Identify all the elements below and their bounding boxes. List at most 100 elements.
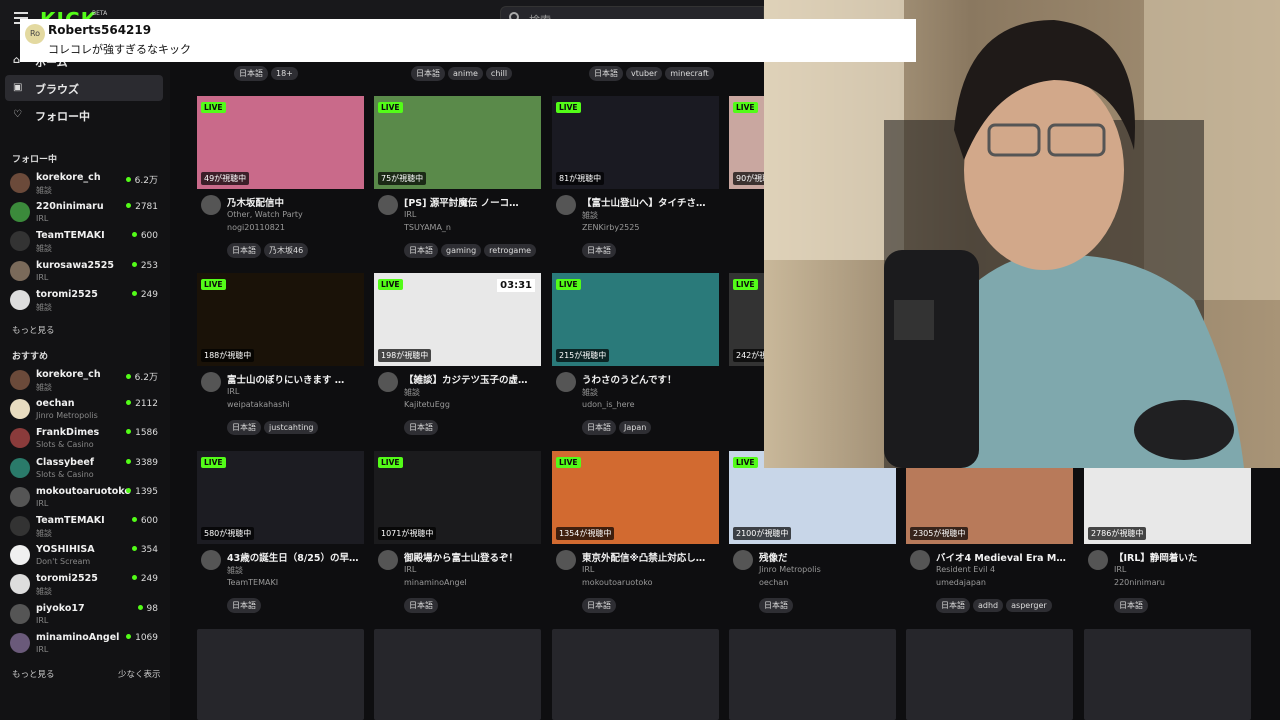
stream-card[interactable]: LIVE 75が視聴中 [PS] 源平討魔伝 ノーコ… IRL TSUYAMA_n 日本語…: [374, 96, 541, 266]
streamer-name[interactable]: mokoutoaruotoko: [582, 578, 652, 587]
tag-chip[interactable]: asperger: [1006, 599, 1052, 612]
stream-title[interactable]: 【富士山登山へ】タイチさ…: [582, 195, 718, 209]
channel-row[interactable]: minaminoAngel IRL 1069: [10, 630, 160, 656]
stream-thumbnail[interactable]: LIVE 1354が視聴中: [552, 451, 719, 544]
channel-row[interactable]: Classybeef Slots & Casino 3389: [10, 455, 160, 481]
tag-chip[interactable]: 日本語: [227, 243, 261, 258]
stream-category[interactable]: 雑談: [582, 387, 598, 398]
tag-chip[interactable]: 日本語: [227, 598, 261, 613]
streamer-name[interactable]: umedajapan: [936, 578, 986, 587]
stream-card[interactable]: LIVE 81が視聴中【富士山登山へ】タイチさ… 雑談 ZENKirby2525 日本語: [552, 96, 719, 266]
tag-chip[interactable]: 日本語: [234, 66, 268, 81]
stream-title[interactable]: 富士山のぼりにいきます …: [227, 372, 363, 386]
recommended-show-less[interactable]: 少なく表示: [118, 668, 161, 680]
stream-category[interactable]: Other, Watch Party: [227, 210, 303, 219]
stream-thumbnail[interactable]: 03:31 LIVE 198が視聴中: [374, 273, 541, 366]
tag-chip[interactable]: chill: [485, 67, 513, 80]
stream-card[interactable]: LIVE2305が視聴中バイオ4 Medieval Era MO…Residen…: [906, 451, 1073, 621]
stream-title[interactable]: [PS] 源平討魔伝 ノーコ…: [404, 195, 540, 209]
tag-chip[interactable]: 18+: [271, 67, 298, 80]
tag-chip[interactable]: 日本語: [589, 66, 623, 81]
streamer-name[interactable]: nogi20110821: [227, 223, 285, 232]
stream-card[interactable]: LIVE 188が視聴中富士山のぼりにいきます … IRL weipatakahash…: [197, 273, 364, 443]
following-show-more[interactable]: もっと見る: [12, 324, 55, 336]
channel-row[interactable]: 220ninimaru IRL 2781: [10, 199, 160, 225]
tag-chip[interactable]: 日本語: [759, 598, 793, 613]
stream-card[interactable]: 03:31 LIVE 198が視聴中 【雑談】カジテツ玉子の虚… 雑談 KajitetuE…: [374, 273, 541, 443]
tag-chip[interactable]: retrogame: [484, 244, 537, 257]
avatar[interactable]: [556, 550, 576, 570]
channel-row[interactable]: mokoutoaruotoko IRL 1395: [10, 484, 160, 510]
stream-title[interactable]: うわさのうどんです！: [582, 372, 718, 386]
channel-row[interactable]: FrankDimes Slots & Casino 1586: [10, 425, 160, 451]
tag-chip[interactable]: 乃木坂46: [264, 243, 309, 258]
tag-chip[interactable]: vtuber: [626, 67, 663, 80]
stream-title[interactable]: 御殿場から富士山登るぞ！: [404, 550, 540, 564]
stream-card[interactable]: LIVE 1354が視聴中東京外配信※凸禁止対応し… IRL mokoutoaruot…: [552, 451, 719, 621]
tag-chip[interactable]: 日本語: [582, 598, 616, 613]
avatar[interactable]: [733, 550, 753, 570]
channel-row[interactable]: piyoko17 IRL 98: [10, 601, 160, 627]
stream-card[interactable]: LIVE2786が視聴中【IRL】静岡着いたIRL220ninimaru日本語: [1084, 451, 1251, 621]
avatar[interactable]: [201, 550, 221, 570]
stream-category[interactable]: IRL: [404, 565, 416, 574]
tag-chip[interactable]: 日本語: [582, 420, 616, 435]
tag-chip[interactable]: 日本語: [582, 243, 616, 258]
streamer-name[interactable]: weipatakahashi: [227, 400, 290, 409]
stream-category[interactable]: 雑談: [404, 387, 420, 398]
stream-thumbnail[interactable]: LIVE 1071が視聴中: [374, 451, 541, 544]
streamer-name[interactable]: oechan: [759, 578, 788, 587]
channel-row[interactable]: korekore_ch 雑談 6.2万: [10, 170, 160, 196]
tag-chip[interactable]: 日本語: [404, 420, 438, 435]
tag-chip[interactable]: gaming: [441, 244, 482, 257]
streamer-name[interactable]: minaminoAngel: [404, 578, 467, 587]
tag-chip[interactable]: justcahting: [264, 421, 319, 434]
stream-thumbnail[interactable]: LIVE 188が視聴中: [197, 273, 364, 366]
recommended-show-more[interactable]: もっと見る: [12, 668, 55, 680]
avatar[interactable]: [201, 195, 221, 215]
channel-row[interactable]: TeamTEMAKI 雑談 600: [10, 228, 160, 254]
stream-title[interactable]: 【IRL】静岡着いた: [1114, 550, 1250, 564]
tag-chip[interactable]: minecraft: [665, 67, 714, 80]
stream-thumbnail[interactable]: LIVE 215が視聴中: [552, 273, 719, 366]
stream-category[interactable]: IRL: [227, 387, 239, 396]
streamer-name[interactable]: TSUYAMA_n: [404, 223, 451, 232]
avatar[interactable]: [378, 195, 398, 215]
avatar[interactable]: [378, 372, 398, 392]
avatar[interactable]: [556, 372, 576, 392]
avatar[interactable]: [1088, 550, 1108, 570]
channel-row[interactable]: kurosawa2525 IRL 253: [10, 258, 160, 284]
stream-category[interactable]: Jinro Metropolis: [759, 565, 821, 574]
stream-card[interactable]: LIVE 215が視聴中 うわさのうどんです！ 雑談 udon_is_here 日本語 Ja…: [552, 273, 719, 443]
tag-chip[interactable]: 日本語: [227, 420, 261, 435]
nav-browse[interactable]: ▣ ブラウズ: [5, 75, 163, 101]
tag-chip[interactable]: adhd: [973, 599, 1004, 612]
streamer-name[interactable]: 220ninimaru: [1114, 578, 1165, 587]
stream-category[interactable]: IRL: [1114, 565, 1126, 574]
stream-title[interactable]: 【雑談】カジテツ玉子の虚…: [404, 372, 540, 386]
streamer-name[interactable]: TeamTEMAKI: [227, 578, 278, 587]
stream-thumbnail[interactable]: LIVE 81が視聴中: [552, 96, 719, 189]
channel-row[interactable]: korekore_ch 雑談 6.2万: [10, 367, 160, 393]
streamer-name[interactable]: ZENKirby2525: [582, 223, 639, 232]
stream-thumbnail[interactable]: LIVE 75が視聴中: [374, 96, 541, 189]
stream-card[interactable]: LIVE 1071が視聴中御殿場から富士山登るぞ！ IRL minaminoAngel…: [374, 451, 541, 621]
stream-title[interactable]: 43歳の誕生日（8/25）の早…: [227, 550, 363, 564]
tag-chip[interactable]: 日本語: [1114, 598, 1148, 613]
channel-row[interactable]: TeamTEMAKI 雑談 600: [10, 513, 160, 539]
tag-chip[interactable]: 日本語: [404, 598, 438, 613]
stream-card[interactable]: LIVE 580が視聴中 43歳の誕生日（8/25）の早… 雑談 TeamTEMAKI 日…: [197, 451, 364, 621]
tag-chip[interactable]: Japan: [619, 421, 652, 434]
stream-category[interactable]: 雑談: [582, 210, 598, 221]
stream-thumbnail[interactable]: LIVE 580が視聴中: [197, 451, 364, 544]
stream-category[interactable]: IRL: [582, 565, 594, 574]
channel-row[interactable]: YOSHIHISA Don't Scream 354: [10, 542, 160, 568]
stream-title[interactable]: 東京外配信※凸禁止対応し…: [582, 550, 718, 564]
stream-category[interactable]: Resident Evil 4: [936, 565, 995, 574]
stream-card[interactable]: LIVE 2100が視聴中 残像だ Jinro Metropolis oechan 日本語: [729, 451, 896, 621]
channel-row[interactable]: toromi2525 雑談 249: [10, 287, 160, 313]
avatar[interactable]: [378, 550, 398, 570]
stream-title[interactable]: 乃木坂配信中: [227, 195, 363, 209]
stream-card[interactable]: LIVE 49が視聴中 乃木坂配信中 Other, Watch Party nogi20…: [197, 96, 364, 266]
stream-category[interactable]: 雑談: [227, 565, 243, 576]
